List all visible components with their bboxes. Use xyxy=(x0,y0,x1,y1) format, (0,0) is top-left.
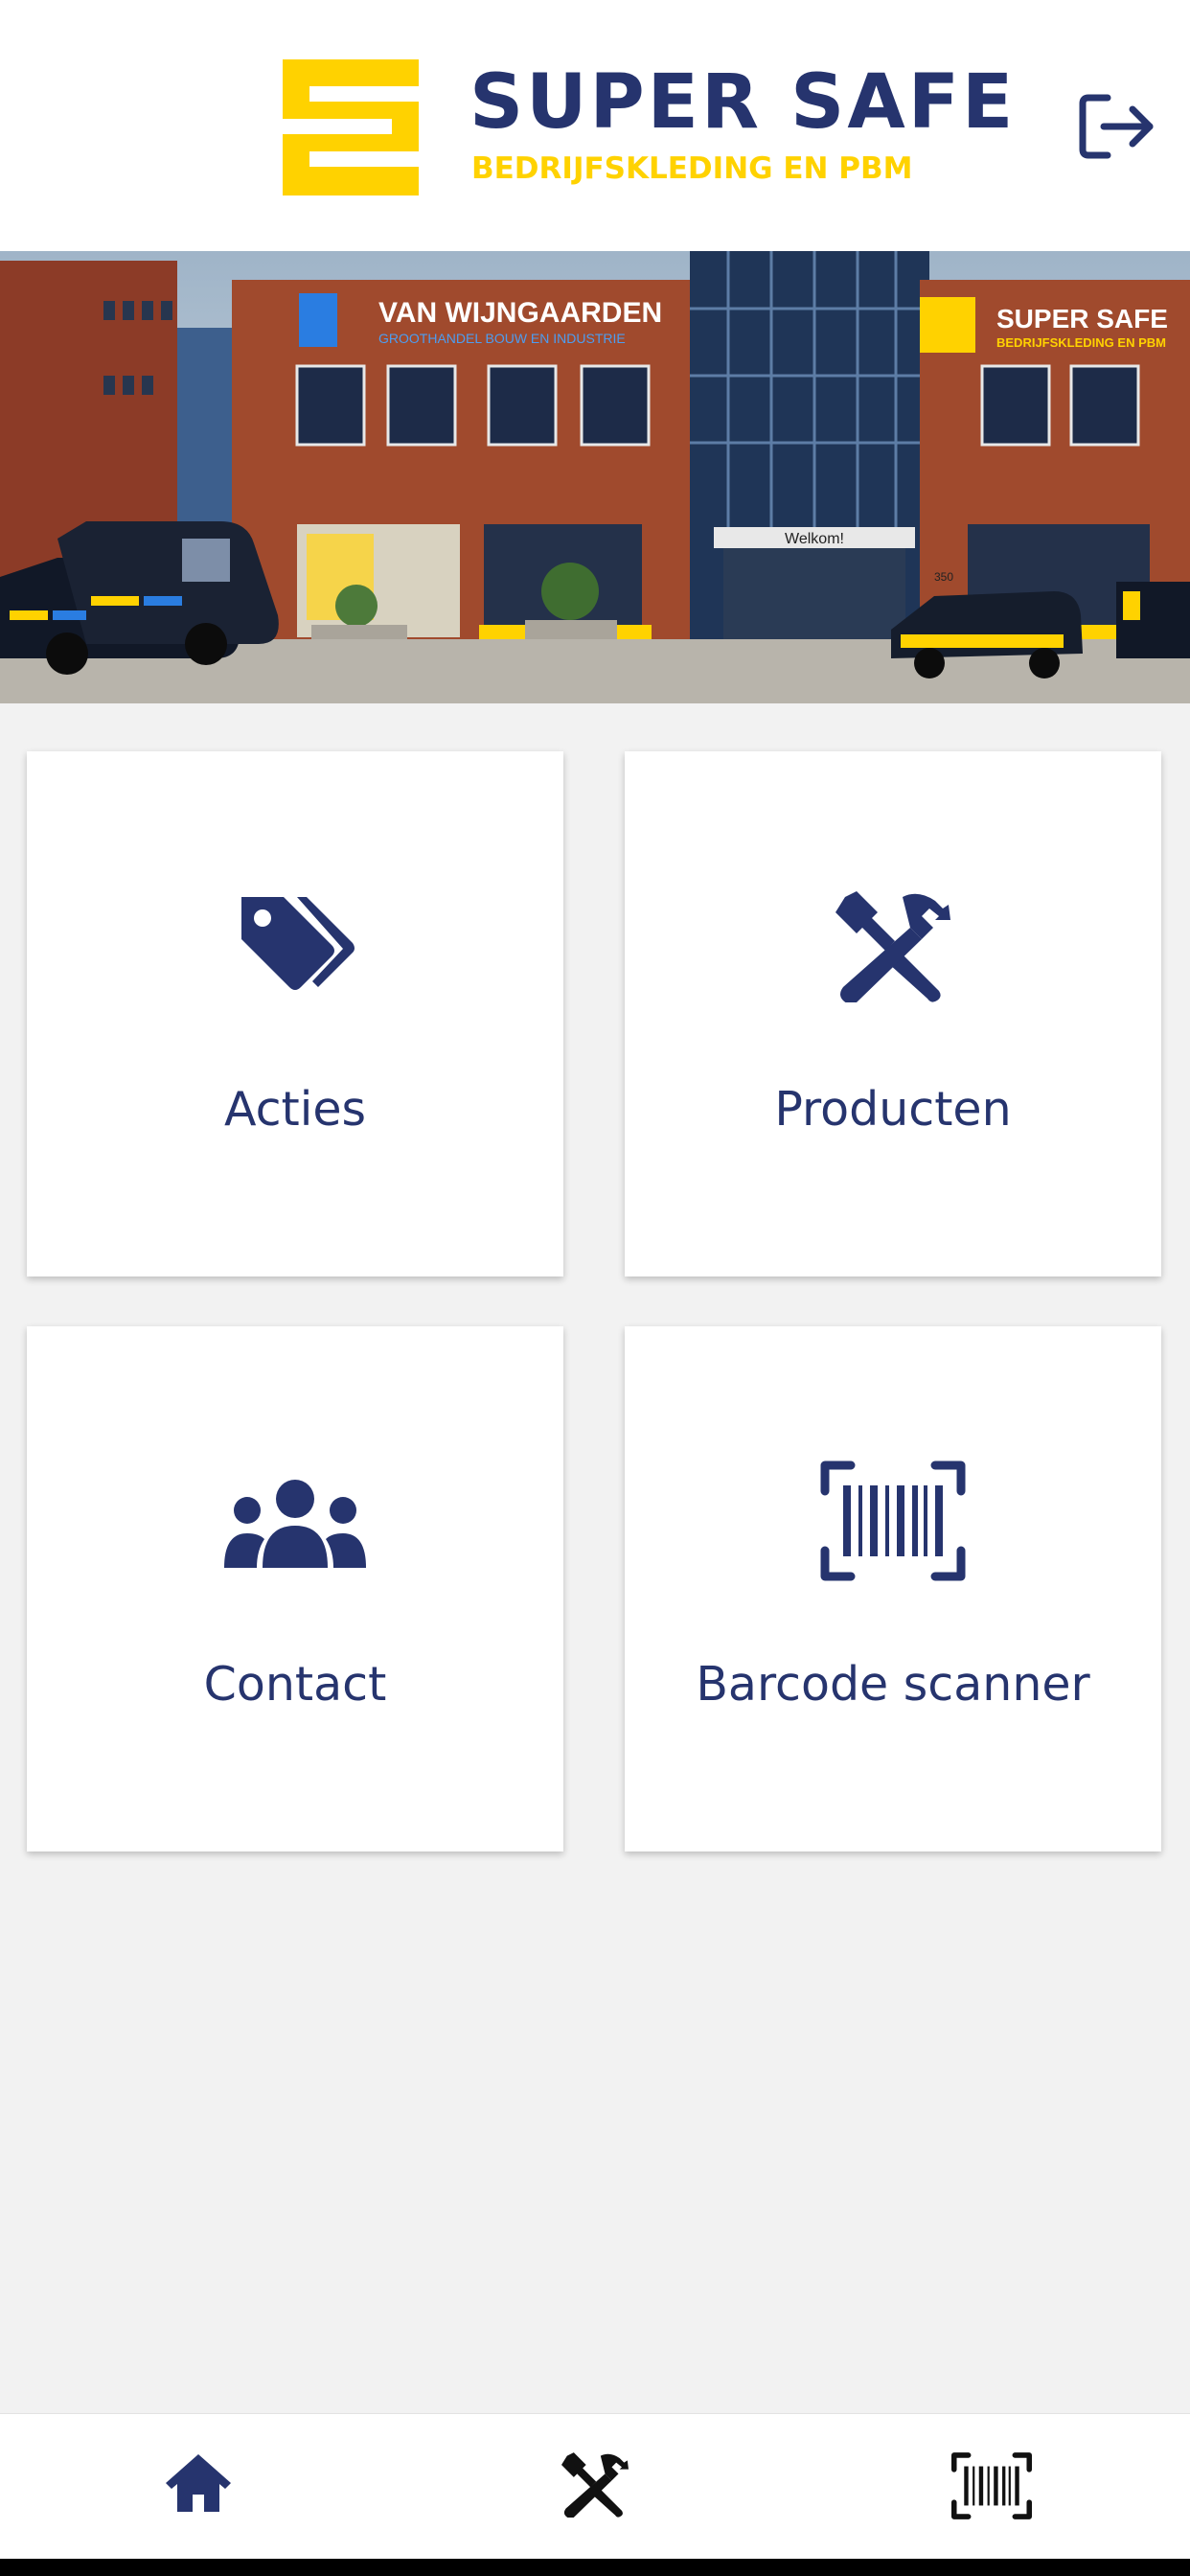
hero-banner-image: VAN WIJNGAARDEN GROOTHANDEL BOUW EN INDU… xyxy=(0,251,1190,703)
tile-contact[interactable]: Contact xyxy=(27,1326,563,1852)
system-bar xyxy=(0,2559,1190,2576)
nav-home[interactable] xyxy=(0,2414,397,2560)
tags-icon xyxy=(241,897,355,990)
tile-producten-label: Producten xyxy=(774,1082,1012,1137)
hero-sign-right-title: SUPER SAFE xyxy=(996,304,1168,334)
nav-producten[interactable] xyxy=(397,2414,793,2560)
hero-sign-right-subtitle: BEDRIJFSKLEDING EN PBM xyxy=(996,335,1166,350)
tile-contact-label: Contact xyxy=(203,1657,387,1712)
users-icon xyxy=(224,1480,366,1568)
tile-barcode-scanner[interactable]: Barcode scanner xyxy=(625,1326,1161,1852)
bottom-navigation xyxy=(0,2413,1190,2559)
tile-producten[interactable]: Producten xyxy=(625,751,1161,1276)
tile-acties[interactable]: Acties xyxy=(27,751,563,1276)
brand-name: SUPER SAFE xyxy=(469,59,1017,146)
app-header: SUPER SAFE BEDRIJFSKLEDING EN PBM xyxy=(0,0,1190,251)
brand-tagline: BEDRIJFSKLEDING EN PBM xyxy=(471,151,913,186)
home-icon xyxy=(166,2454,231,2512)
hero-sign-left-title: VAN WIJNGAARDEN xyxy=(378,297,662,329)
super-safe-logo-icon xyxy=(283,59,419,196)
hero-house-number: 350 xyxy=(934,570,953,584)
nav-barcode-scanner[interactable] xyxy=(793,2414,1190,2560)
logout-icon[interactable] xyxy=(1079,92,1157,161)
tile-barcode-scanner-label: Barcode scanner xyxy=(696,1657,1090,1712)
tools-icon xyxy=(835,891,950,1002)
tile-acties-label: Acties xyxy=(223,1082,367,1137)
hero-sign-left-subtitle: GROOTHANDEL BOUW EN INDUSTRIE xyxy=(378,331,626,346)
barcode-icon xyxy=(951,2452,1032,2519)
tools-icon xyxy=(561,2452,629,2518)
barcode-icon xyxy=(820,1460,966,1581)
hero-entrance-sign: Welkom! xyxy=(785,531,844,547)
